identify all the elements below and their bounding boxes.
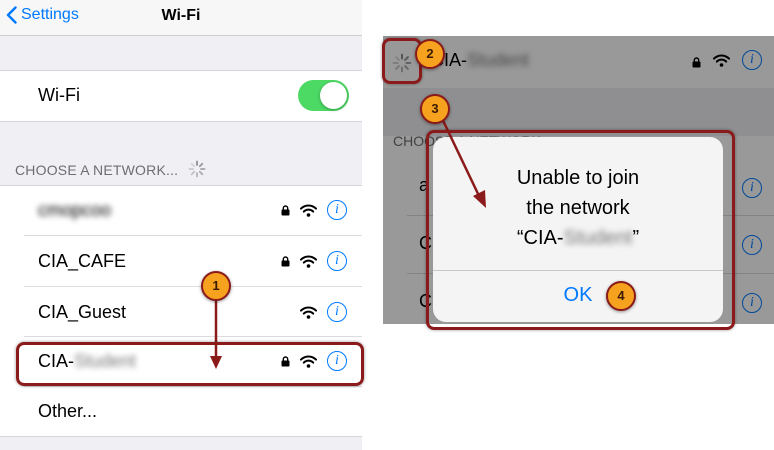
selected-network-highlight bbox=[16, 342, 364, 386]
callout-badge-4: 4 bbox=[606, 281, 636, 311]
callout-badge-1: 1 bbox=[201, 271, 231, 301]
callout-badge-2: 2 bbox=[415, 39, 445, 69]
callout-badge-3: 3 bbox=[420, 94, 450, 124]
alert-highlight bbox=[426, 130, 735, 330]
